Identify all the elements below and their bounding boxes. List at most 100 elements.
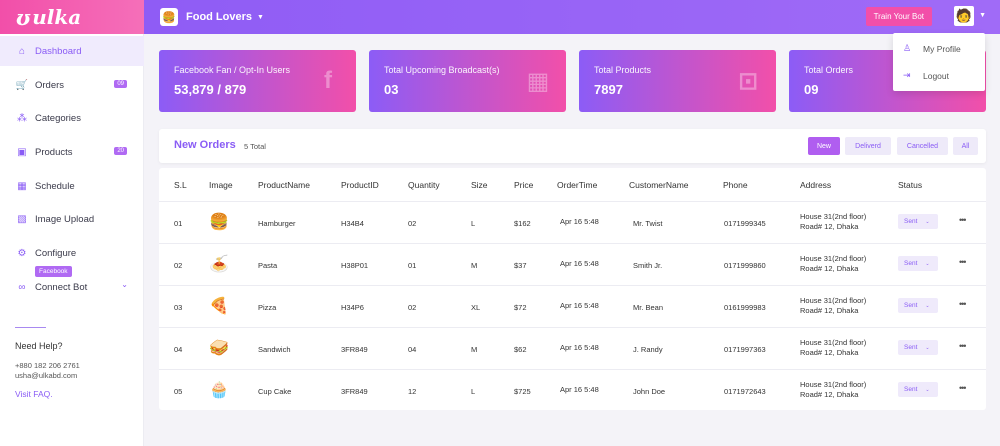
chevron-down-icon: ⌄ xyxy=(925,260,930,267)
cell-product-id: H34P6 xyxy=(341,303,364,312)
chevron-down-icon[interactable]: ▼ xyxy=(979,12,986,19)
more-options-icon[interactable]: ••• xyxy=(959,215,967,225)
status-dropdown[interactable]: Sent ⌄ xyxy=(898,382,938,397)
table-row[interactable]: 03 🍕 Pizza H34P6 02 XL $72 Apr 16 5:48 Mr. Bean 0… xyxy=(159,285,986,327)
cell-product-name: Sandwich xyxy=(258,345,291,354)
status-dropdown[interactable]: Sent ⌄ xyxy=(898,298,938,313)
cell-sl: 05 xyxy=(174,387,183,396)
sidebar-item-label: Image Upload xyxy=(35,213,95,225)
sidebar-item-label: Products xyxy=(35,146,73,158)
column-header[interactable]: OrderTime xyxy=(557,180,597,190)
cell-order-time: Apr 16 5:48 xyxy=(560,343,599,352)
cell-sl: 02 xyxy=(174,261,183,270)
cell-address: House 31(2nd floor) Road# 12, Dhaka xyxy=(800,338,866,358)
filter-all-button[interactable]: All xyxy=(953,137,978,155)
sidebar-item-image-upload[interactable]: ▧ Image Upload xyxy=(0,204,144,234)
orders-title: New Orders xyxy=(174,139,236,151)
logout-label: Logout xyxy=(923,70,949,81)
column-header[interactable]: Quantity xyxy=(408,180,440,190)
shop-name[interactable]: Food Lovers xyxy=(186,11,252,23)
cell-sl: 01 xyxy=(174,219,183,228)
filter-delivered-button[interactable]: Deliverd xyxy=(845,137,891,155)
top-bar: ʊ ulka 🍔 Food Lovers ▼ Train Your Bot 🧑 … xyxy=(0,0,1000,34)
shop-avatar[interactable]: 🍔 xyxy=(160,8,178,26)
cell-customer-name: John Doe xyxy=(633,387,666,396)
cell-size: M xyxy=(471,345,478,354)
sidebar-item-orders[interactable]: 🛒 Orders 09 xyxy=(0,70,144,100)
visit-faq-link[interactable]: Visit FAQ. xyxy=(15,389,53,399)
column-header[interactable]: ProductID xyxy=(341,180,379,190)
cell-customer-name: Smith Jr. xyxy=(633,261,663,270)
column-header[interactable]: CustomerName xyxy=(629,180,689,190)
cell-address: House 31(2nd floor) Road# 12, Dhaka xyxy=(800,380,866,400)
column-header[interactable]: Price xyxy=(514,180,533,190)
train-bot-button[interactable]: Train Your Bot xyxy=(865,7,932,26)
cell-price: $725 xyxy=(514,387,531,396)
sidebar-item-dashboard[interactable]: ⌂ Dashboard xyxy=(0,36,144,66)
more-options-icon[interactable]: ••• xyxy=(959,383,967,393)
address-line-1: House 31(2nd floor) xyxy=(800,296,867,305)
column-header[interactable]: S.L xyxy=(174,180,187,190)
cell-quantity: 02 xyxy=(408,303,417,312)
cell-address: House 31(2nd floor) Road# 12, Dhaka xyxy=(800,296,866,316)
address-line-2: Road# 12, Dhaka xyxy=(800,348,859,357)
cell-size: XL xyxy=(471,303,481,312)
table-row[interactable]: 05 🧁 Cup Cake 3FR849 12 L $725 Apr 16 5:48 John … xyxy=(159,369,986,411)
gear-icon: ⚙ xyxy=(17,247,27,259)
help-email: usha@ulkabd.com xyxy=(15,371,78,380)
sidebar-item-label: Configure xyxy=(35,247,77,259)
column-header[interactable]: Address xyxy=(800,180,831,190)
status-dropdown[interactable]: Sent ⌄ xyxy=(898,340,938,355)
cell-size: L xyxy=(471,387,476,396)
count-badge: 20 xyxy=(114,147,127,155)
chevron-down-icon: ⌄ xyxy=(925,344,930,351)
chevron-down-icon: ⌄ xyxy=(925,386,930,393)
product-image: 🍝 xyxy=(209,256,229,273)
sidebar-item-label: Categories xyxy=(35,112,81,124)
sidebar-item-schedule[interactable]: ▦ Schedule xyxy=(0,171,144,201)
logout-item[interactable]: ⇥ Logout xyxy=(903,70,949,81)
cell-phone: 0171999345 xyxy=(724,219,766,228)
column-header[interactable]: Phone xyxy=(723,180,748,190)
cell-quantity: 01 xyxy=(408,261,417,270)
chevron-down-icon[interactable]: ▼ xyxy=(257,14,264,21)
filter-new-button[interactable]: New xyxy=(808,137,840,155)
filter-cancelled-button[interactable]: Cancelled xyxy=(897,137,948,155)
cell-order-time: Apr 16 5:48 xyxy=(560,301,599,310)
sidebar-item-connect-bot[interactable]: ∞ Connect Bot ⌄ xyxy=(0,272,144,302)
product-image: 🍔 xyxy=(209,214,229,231)
link-icon: ∞ xyxy=(18,281,26,293)
more-options-icon[interactable]: ••• xyxy=(959,257,967,267)
status-dropdown[interactable]: Sent ⌄ xyxy=(898,256,938,271)
address-line-1: House 31(2nd floor) xyxy=(800,380,867,389)
more-options-icon[interactable]: ••• xyxy=(959,341,967,351)
cell-product-name: Pasta xyxy=(258,261,278,270)
dashboard-icon: ⌂ xyxy=(18,45,26,57)
cell-customer-name: Mr. Bean xyxy=(633,303,664,312)
cart-icon: 🛒 xyxy=(15,79,29,91)
address-line-2: Road# 12, Dhaka xyxy=(800,306,859,315)
facebook-tag[interactable]: Facebook xyxy=(35,266,72,277)
table-row[interactable]: 02 🍝 Pasta H38P01 01 M $37 Apr 16 5:48 Smith Jr.… xyxy=(159,243,986,285)
column-header[interactable]: Image xyxy=(209,180,233,190)
sidebar-item-categories[interactable]: ⁂ Categories xyxy=(0,103,144,133)
column-header[interactable]: Size xyxy=(471,180,488,190)
table-row[interactable]: 01 🍔 Hamburger H34B4 02 L $162 Apr 16 5:48 Mr. T… xyxy=(159,201,986,243)
address-line-2: Road# 12, Dhaka xyxy=(800,222,859,231)
chevron-down-icon[interactable]: ⌄ xyxy=(121,280,128,289)
cell-size: M xyxy=(471,261,478,270)
sidebar-item-configure[interactable]: ⚙ Configure xyxy=(0,238,144,268)
categories-icon: ⁂ xyxy=(17,112,27,124)
sidebar-item-products[interactable]: ▣ Products 20 xyxy=(0,137,144,167)
more-options-icon[interactable]: ••• xyxy=(959,299,967,309)
my-profile-item[interactable]: ♙ My Profile xyxy=(903,43,961,54)
address-line-1: House 31(2nd floor) xyxy=(800,212,867,221)
product-image: 🍕 xyxy=(209,298,229,315)
logo[interactable]: ʊ ulka xyxy=(0,0,144,34)
column-header[interactable]: ProductName xyxy=(258,180,310,190)
status-dropdown[interactable]: Sent ⌄ xyxy=(898,214,938,229)
avatar[interactable]: 🧑 xyxy=(954,6,974,26)
column-header[interactable]: Status xyxy=(898,180,922,190)
chevron-down-icon: ⌄ xyxy=(925,302,930,309)
table-row[interactable]: 04 🥪 Sandwich 3FR849 04 M $62 Apr 16 5:48 J. Ran… xyxy=(159,327,986,369)
